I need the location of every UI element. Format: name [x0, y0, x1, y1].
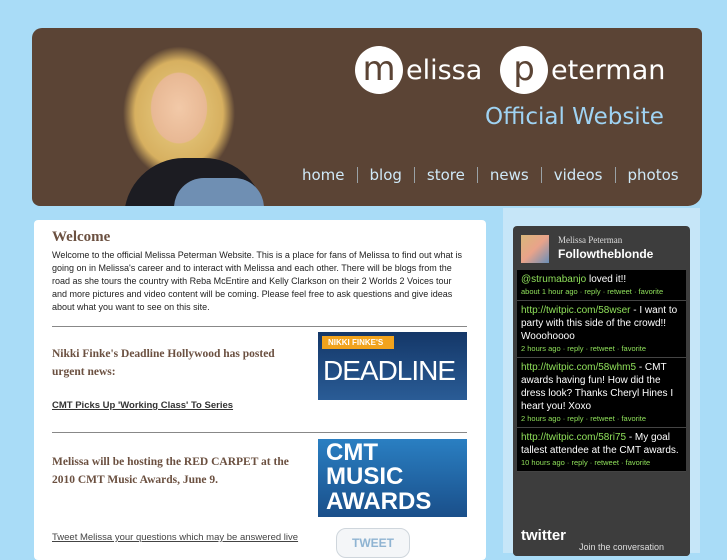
tweet-meta[interactable]: 2 hours ago · reply · retweet · favorite — [521, 413, 682, 424]
twitter-display-name: Melissa Peterman — [558, 235, 623, 245]
tweet-item: @strumabanjo loved it!! about 1 hour ago… — [517, 270, 686, 301]
twitter-logo-icon[interactable]: twitter — [521, 527, 566, 544]
main-nav: home blog store news videos photos — [290, 166, 691, 184]
portrait-jeans — [174, 178, 264, 206]
welcome-text: Welcome to the official Melissa Peterman… — [52, 250, 463, 312]
nav-store[interactable]: store — [415, 166, 477, 184]
deadline-small-label: NIKKI FINKE'S — [322, 336, 394, 349]
twitter-widget: Melissa Peterman Followtheblonde @struma… — [513, 226, 690, 556]
tweet-twitpic-link[interactable]: http://twitpic.com/58wser — [521, 305, 630, 316]
cmt-awards-promo-image[interactable]: CMT MUSIC AWARDS — [318, 439, 467, 517]
welcome-heading: Welcome — [52, 229, 111, 245]
logo-first-name[interactable]: m elissa — [355, 46, 482, 94]
sidebar: Melissa Peterman Followtheblonde @struma… — [503, 208, 700, 556]
tweet-meta[interactable]: about 1 hour ago · reply · retweet · fav… — [521, 286, 682, 297]
tweet-twitpic-link[interactable]: http://twitpic.com/58ri75 — [521, 432, 626, 443]
main-content: Welcome Welcome to the official Melissa … — [34, 220, 486, 560]
nav-home[interactable]: home — [290, 166, 357, 184]
tweet-button[interactable]: TWEET — [336, 528, 410, 558]
logo-p-circle: p — [500, 46, 548, 94]
nav-photos[interactable]: photos — [616, 166, 691, 184]
divider — [52, 432, 467, 433]
melissa-portrait — [84, 28, 274, 206]
twitter-handle[interactable]: Followtheblonde — [558, 247, 653, 261]
logo-first-rest: elissa — [406, 54, 483, 86]
deadline-promo-image[interactable]: NIKKI FINKE'S DEADLINE — [318, 332, 467, 400]
deadline-big-label: DEADLINE — [323, 355, 456, 386]
tweet-item: http://twitpic.com/58ri75 - My goal tall… — [517, 428, 686, 472]
logo-m-circle: m — [355, 46, 403, 94]
tweet-item: http://twitpic.com/58wser - I want to pa… — [517, 301, 686, 358]
nav-videos[interactable]: videos — [542, 166, 615, 184]
cmt-line3: AWARDS — [326, 488, 432, 515]
tweet-twitpic-link[interactable]: http://twitpic.com/58whm5 — [521, 362, 636, 373]
twitter-widget-footer: twitter Join the conversation — [513, 526, 690, 556]
site-subtitle: Official Website — [485, 104, 664, 130]
tweet-melissa-link[interactable]: Tweet Melissa your questions which may b… — [52, 532, 298, 543]
tweet-mention-link[interactable]: @strumabanjo — [521, 274, 586, 285]
join-conversation-link[interactable]: Join the conversation — [579, 542, 664, 552]
cmt-line2: MUSIC — [326, 463, 404, 490]
logo-last-name[interactable]: p eterman — [500, 46, 665, 94]
divider — [52, 326, 467, 327]
tweet-list: @strumabanjo loved it!! about 1 hour ago… — [517, 270, 686, 472]
tweet-item: http://twitpic.com/58whm5 - CMT awards h… — [517, 358, 686, 428]
news-item-cmt-text: Melissa will be hosting the RED CARPET a… — [52, 456, 289, 486]
avatar[interactable] — [521, 235, 549, 263]
tweet-meta[interactable]: 2 hours ago · reply · retweet · favorite — [521, 343, 682, 354]
news-item-deadline-text: Nikki Finke's Deadline Hollywood has pos… — [52, 348, 275, 378]
header-banner: m elissa p eterman Official Website home… — [32, 28, 702, 206]
tweet-text: loved it!! — [586, 274, 627, 285]
logo-last-rest: eterman — [551, 54, 666, 86]
cmt-line1: CMT — [326, 439, 378, 466]
nav-news[interactable]: news — [478, 166, 541, 184]
twitter-widget-header: Melissa Peterman Followtheblonde — [513, 226, 690, 270]
tweet-meta[interactable]: 10 hours ago · reply · retweet · favorit… — [521, 457, 682, 468]
nav-blog[interactable]: blog — [358, 166, 414, 184]
news-link-cmt-working-class[interactable]: CMT Picks Up 'Working Class' To Series — [52, 400, 233, 411]
